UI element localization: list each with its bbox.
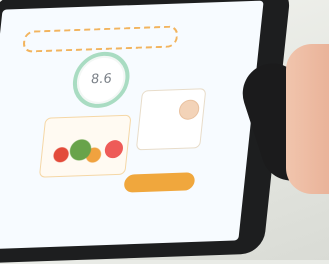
tablet-screen: 8.6 xyxy=(0,0,264,250)
advisor-avatar xyxy=(178,99,201,121)
vegetable-card xyxy=(38,114,132,178)
tablet-device: 8.6 xyxy=(0,0,292,264)
score-value: 8.6 xyxy=(90,71,113,88)
hand xyxy=(286,44,329,194)
yellow-dot xyxy=(80,247,92,250)
screen-title xyxy=(22,25,180,53)
vegetable-image xyxy=(49,136,107,167)
red-badge xyxy=(103,139,124,159)
red-dot xyxy=(94,247,106,250)
advice-card xyxy=(135,88,207,151)
photo-scene: 8.6 xyxy=(0,0,329,264)
orange-button[interactable] xyxy=(123,172,196,193)
score-ring: 8.6 xyxy=(70,50,133,109)
